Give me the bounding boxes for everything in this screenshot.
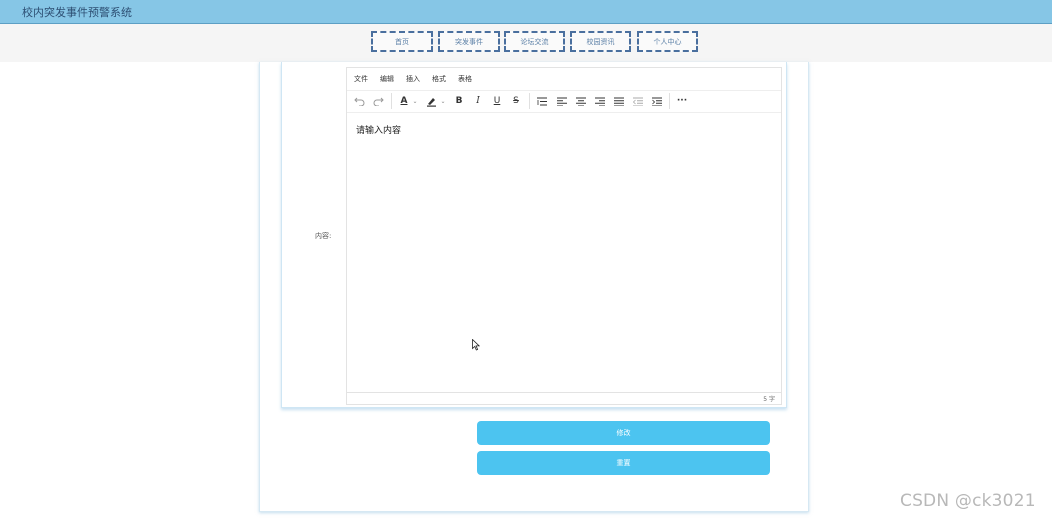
underline-button[interactable]: U <box>491 94 503 108</box>
nav-emergency[interactable]: 突发事件 <box>438 31 500 52</box>
editor-toolbar: A ⌄ ⌄ B I U S ··· <box>347 90 781 113</box>
rich-text-editor: 文件 编辑 插入 格式 表格 A ⌄ ⌄ B I U S ··· 请输入内容 5… <box>346 67 782 405</box>
chevron-down-icon[interactable]: ⌄ <box>411 94 419 108</box>
app-title: 校内突发事件预警系统 <box>22 6 132 19</box>
nav-profile[interactable]: 个人中心 <box>637 31 698 52</box>
mouse-cursor-icon <box>472 336 481 355</box>
highlight-icon[interactable] <box>424 94 438 108</box>
editor-menubar: 文件 编辑 插入 格式 表格 <box>347 68 781 91</box>
line-spacing-icon[interactable] <box>536 94 548 108</box>
menu-insert[interactable]: 插入 <box>406 74 420 84</box>
submit-button[interactable]: 修改 <box>477 421 770 445</box>
menu-edit[interactable]: 编辑 <box>380 74 394 84</box>
undo-icon[interactable] <box>353 94 366 108</box>
italic-button[interactable]: I <box>472 94 484 108</box>
editor-statusbar: 5 字 <box>347 392 781 404</box>
content-label: 内容: <box>315 232 332 240</box>
bold-button[interactable]: B <box>453 94 465 108</box>
app-header: 校内突发事件预警系统 <box>0 0 1052 24</box>
reset-button[interactable]: 重置 <box>477 451 770 475</box>
toolbar-divider <box>529 93 530 109</box>
nav-news[interactable]: 校园资讯 <box>570 31 631 52</box>
watermark: CSDN @ck3021 <box>900 491 1036 511</box>
outdent-icon[interactable] <box>632 94 644 108</box>
strikethrough-button[interactable]: S <box>510 94 522 108</box>
chevron-down-icon[interactable]: ⌄ <box>439 94 447 108</box>
word-count: 5 字 <box>763 396 775 403</box>
menu-format[interactable]: 格式 <box>432 74 446 84</box>
menu-table[interactable]: 表格 <box>458 74 472 84</box>
align-justify-icon[interactable] <box>613 94 625 108</box>
indent-icon[interactable] <box>651 94 663 108</box>
align-right-icon[interactable] <box>594 94 606 108</box>
font-color-glyph: A <box>400 96 408 106</box>
editor-content-area[interactable]: 请输入内容 <box>347 113 781 394</box>
more-icon[interactable]: ··· <box>675 94 689 108</box>
nav-forum[interactable]: 论坛交流 <box>504 31 565 52</box>
menu-file[interactable]: 文件 <box>354 74 368 84</box>
redo-icon[interactable] <box>372 94 385 108</box>
font-color-button[interactable]: A <box>397 94 411 108</box>
nav-home[interactable]: 首页 <box>371 31 433 52</box>
toolbar-divider <box>669 93 670 109</box>
nav-bar: 首页 突发事件 论坛交流 校园资讯 个人中心 <box>0 24 1052 62</box>
align-left-icon[interactable] <box>556 94 568 108</box>
editor-placeholder: 请输入内容 <box>356 126 402 136</box>
align-center-icon[interactable] <box>575 94 587 108</box>
toolbar-divider <box>391 93 392 109</box>
